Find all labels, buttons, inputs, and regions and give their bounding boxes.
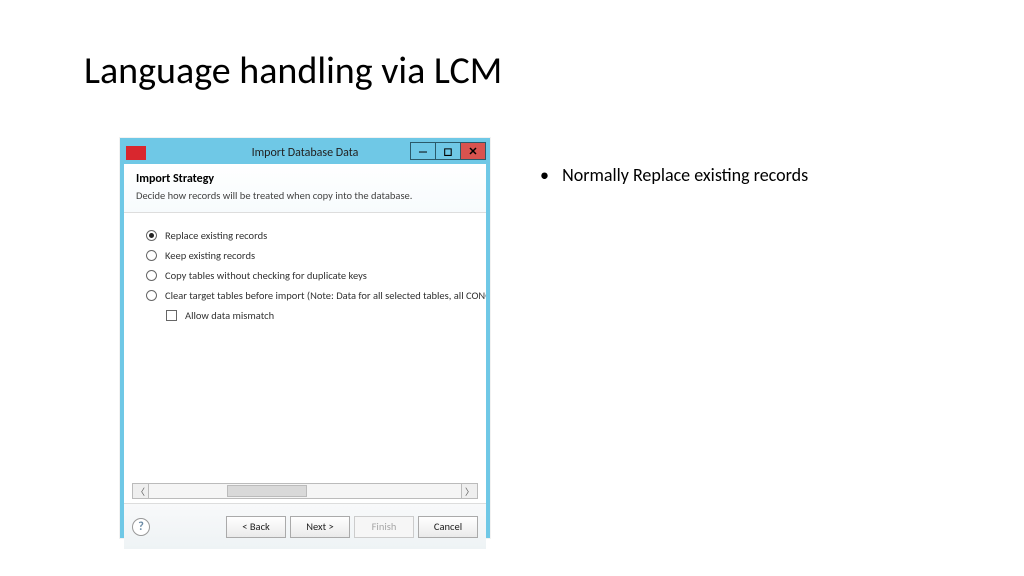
- radio-icon: [146, 270, 157, 281]
- minimize-button[interactable]: —: [410, 142, 436, 160]
- window-controls: — ◻ ✕: [411, 142, 486, 160]
- scroll-left-icon[interactable]: 〈: [133, 484, 149, 498]
- option-copy-no-check[interactable]: Copy tables without checking for duplica…: [146, 269, 486, 282]
- import-dialog: Import Database Data — ◻ ✕ Import Strate…: [120, 138, 490, 538]
- titlebar: Import Database Data — ◻ ✕: [124, 142, 486, 164]
- next-button[interactable]: Next >: [290, 516, 350, 538]
- help-icon[interactable]: ?: [132, 518, 150, 536]
- strategy-options: Replace existing records Keep existing r…: [124, 213, 486, 322]
- back-button[interactable]: < Back: [226, 516, 286, 538]
- maximize-button[interactable]: ◻: [435, 142, 461, 160]
- scroll-thumb[interactable]: [227, 485, 307, 497]
- radio-icon: [146, 290, 157, 301]
- slide-title: Language handling via LCM: [84, 48, 502, 94]
- slide-notes: • Normally Replace existing records: [540, 164, 808, 186]
- horizontal-scrollbar[interactable]: 〈 〉: [132, 483, 478, 499]
- option-label: Clear target tables before import (Note:…: [165, 289, 486, 302]
- app-logo-icon: [126, 146, 146, 160]
- dialog-header: Import Strategy Decide how records will …: [124, 164, 486, 213]
- option-label: Keep existing records: [165, 249, 255, 262]
- cancel-button[interactable]: Cancel: [418, 516, 478, 538]
- radio-icon: [146, 250, 157, 261]
- option-label: Replace existing records: [165, 229, 267, 242]
- finish-button: Finish: [354, 516, 414, 538]
- bullet-icon: •: [540, 164, 558, 186]
- header-description: Decide how records will be treated when …: [136, 189, 474, 202]
- radio-icon: [146, 230, 157, 241]
- option-clear-target[interactable]: Clear target tables before import (Note:…: [146, 289, 486, 302]
- scroll-right-icon[interactable]: 〉: [461, 484, 477, 498]
- checkbox-icon: [166, 310, 177, 321]
- header-title: Import Strategy: [136, 172, 474, 186]
- dialog-footer: ? < Back Next > Finish Cancel: [124, 503, 486, 549]
- close-button[interactable]: ✕: [460, 142, 486, 160]
- option-replace[interactable]: Replace existing records: [146, 229, 486, 242]
- checkbox-label: Allow data mismatch: [185, 309, 274, 322]
- scroll-track[interactable]: [149, 484, 461, 498]
- dialog-content: Replace existing records Keep existing r…: [124, 213, 486, 503]
- option-allow-mismatch[interactable]: Allow data mismatch: [166, 309, 486, 322]
- note-text: Normally Replace existing records: [562, 164, 808, 186]
- option-label: Copy tables without checking for duplica…: [165, 269, 367, 282]
- option-keep[interactable]: Keep existing records: [146, 249, 486, 262]
